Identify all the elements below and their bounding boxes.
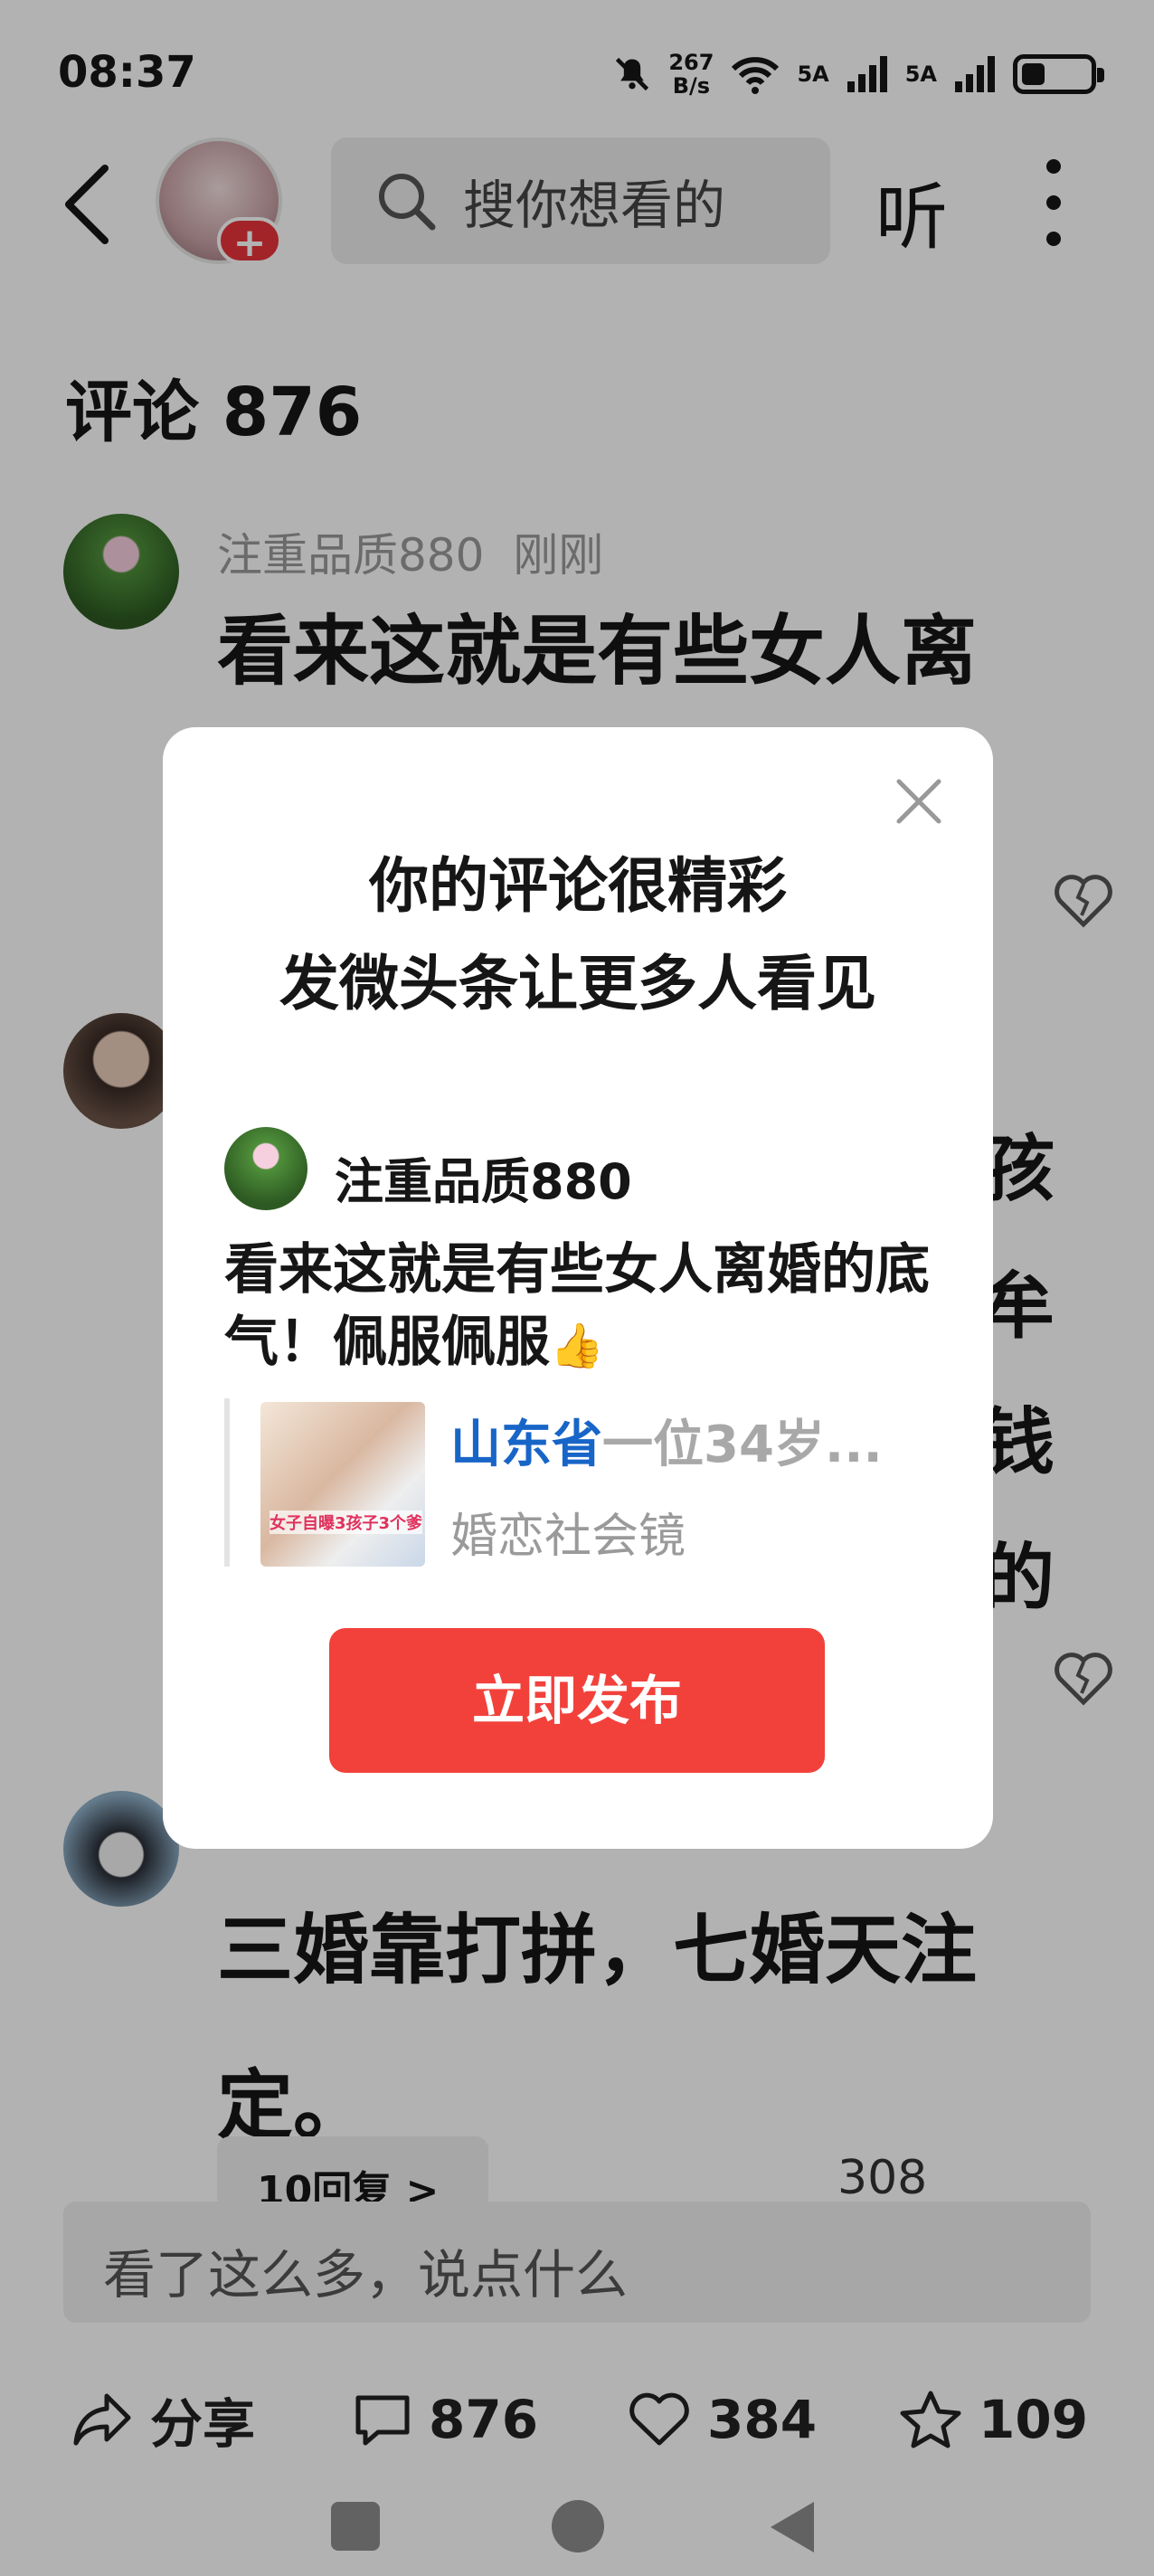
dialog-username: 注重品质880 — [335, 1153, 632, 1210]
thumbs-up-icon: 👍 — [550, 1321, 604, 1371]
dialog-title-line2: 发微头条让更多人看见 — [279, 949, 876, 1018]
article-title: 山东省一位34岁... — [450, 1404, 939, 1477]
dialog-comment-text: 看来这就是有些女人离婚的底气！佩服佩服👍 — [224, 1234, 948, 1382]
close-icon[interactable] — [894, 776, 944, 827]
publish-button[interactable]: 立即发布 — [329, 1628, 825, 1773]
article-thumbnail: 女子自曝3孩子3个爹 — [260, 1402, 425, 1567]
article-source: 婚恋社会镜 — [450, 1510, 686, 1564]
linked-article-card: 女子自曝3孩子3个爹 山东省一位34岁... 婚恋社会镜 — [224, 1398, 948, 1567]
dialog-title-line1: 你的评论很精彩 — [369, 851, 787, 921]
user-avatar — [224, 1127, 307, 1210]
share-comment-dialog: 你的评论很精彩 发微头条让更多人看见 注重品质880 看来这就是有些女人离婚的底… — [163, 727, 993, 1849]
thumbnail-caption: 女子自曝3孩子3个爹 — [270, 1511, 423, 1534]
article-title-highlight: 山东省 — [450, 1416, 602, 1474]
article-title-rest: 一位34岁... — [602, 1416, 883, 1474]
